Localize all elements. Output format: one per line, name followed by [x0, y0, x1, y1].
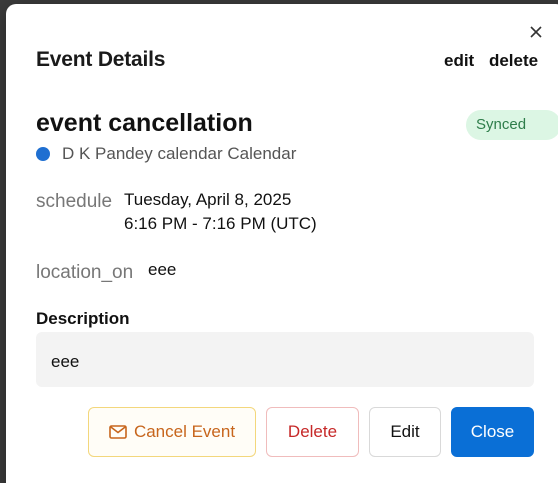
event-date: Tuesday, April 8, 2025: [124, 190, 292, 209]
edit-button[interactable]: Edit: [369, 407, 441, 457]
calendar-color-dot: [36, 147, 50, 161]
schedule-value: Tuesday, April 8, 2025 6:16 PM - 7:16 PM…: [124, 188, 317, 236]
event-details-dialog: Event Details edit delete event cancella…: [6, 4, 558, 483]
mail-icon: [109, 425, 127, 439]
delete-button[interactable]: Delete: [266, 407, 359, 457]
location-icon: location_on: [36, 262, 134, 283]
calendar-row: D K Pandey calendar Calendar: [36, 144, 296, 164]
cancel-event-button[interactable]: Cancel Event: [88, 407, 256, 457]
close-icon[interactable]: [528, 24, 544, 40]
calendar-name: D K Pandey calendar Calendar: [62, 144, 297, 163]
cancel-event-label: Cancel Event: [133, 422, 236, 441]
schedule-icon: schedule: [36, 191, 113, 212]
dialog-title: Event Details: [36, 48, 166, 71]
event-time: 6:16 PM - 7:16 PM (UTC): [124, 214, 317, 233]
event-location: eee: [148, 260, 177, 279]
description-text: eee: [51, 352, 80, 371]
close-button[interactable]: Close: [451, 407, 534, 457]
description-box: eee: [36, 332, 534, 387]
event-title: event cancellation: [36, 109, 253, 137]
delete-link[interactable]: delete: [489, 51, 538, 70]
description-heading: Description: [36, 309, 130, 328]
edit-link[interactable]: edit: [444, 51, 474, 70]
header-actions: edit delete: [444, 51, 538, 71]
sync-status-badge: Synced: [466, 110, 558, 140]
